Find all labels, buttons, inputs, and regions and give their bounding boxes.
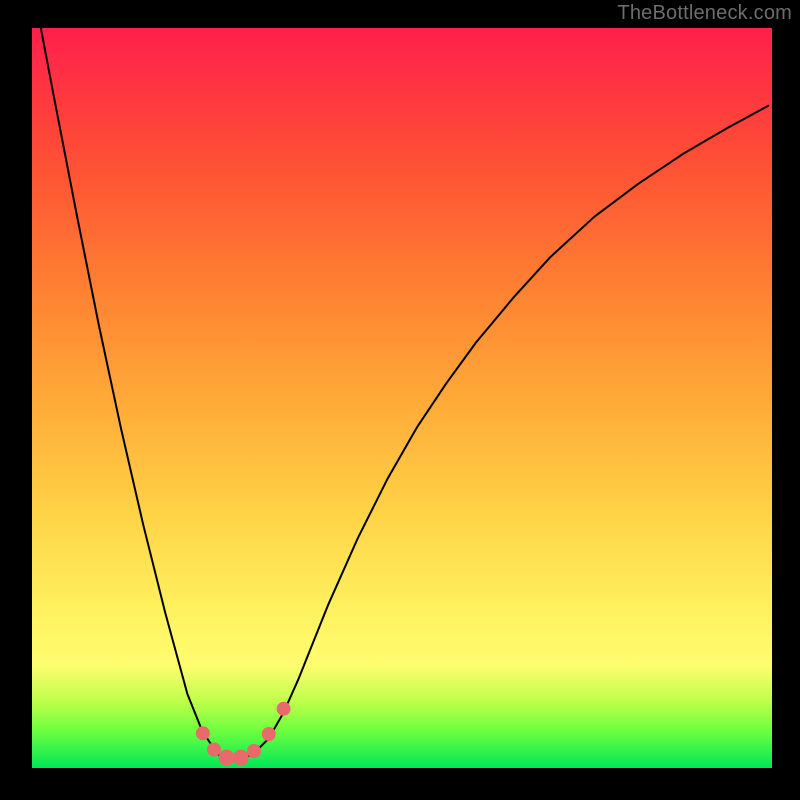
curve-marker [196, 726, 210, 740]
curve-marker [207, 743, 221, 757]
curve-marker [277, 702, 291, 716]
curve-marker [262, 727, 276, 741]
bottleneck-curve [39, 28, 768, 761]
watermark-text: TheBottleneck.com [617, 2, 792, 25]
curve-marker [233, 750, 249, 766]
curve-layer [32, 28, 772, 768]
plot-area [32, 28, 772, 768]
curve-marker [219, 750, 235, 766]
curve-marker [247, 744, 261, 758]
curve-markers [196, 702, 291, 766]
chart-frame: TheBottleneck.com [0, 0, 800, 800]
